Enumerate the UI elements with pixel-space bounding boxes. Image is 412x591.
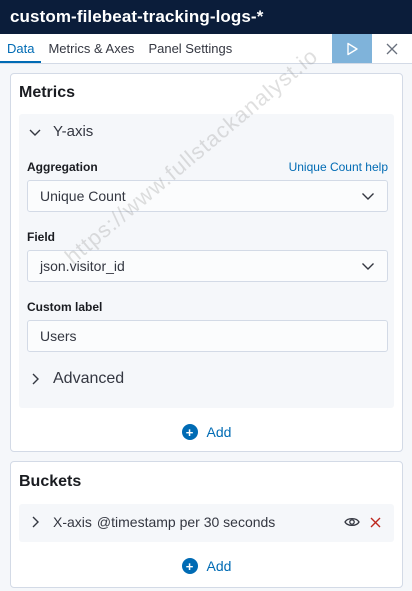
eye-icon[interactable] — [344, 516, 360, 528]
close-icon — [386, 43, 398, 54]
aggregation-select[interactable]: Unique Count — [27, 180, 388, 212]
tab-metrics-axes[interactable]: Metrics & Axes — [41, 34, 141, 63]
aggregation-help-link[interactable]: Unique Count help — [289, 160, 388, 174]
tab-panel-settings[interactable]: Panel Settings — [141, 34, 239, 63]
field-value: json.visitor_id — [40, 258, 125, 274]
remove-icon[interactable] — [370, 517, 381, 528]
chevron-down-icon — [362, 193, 374, 200]
x-axis-title: X-axis — [53, 514, 92, 530]
custom-label-value: Users — [40, 328, 77, 344]
tab-actions — [332, 34, 412, 63]
add-bucket-label: Add — [206, 558, 232, 574]
add-bucket-button[interactable]: + Add — [11, 558, 402, 574]
advanced-label: Advanced — [53, 370, 125, 387]
y-axis-aggregation: Y-axis Aggregation Unique Count help Uni… — [19, 114, 394, 408]
editor-tabbar: Data Metrics & Axes Panel Settings — [0, 34, 412, 64]
aggregation-label-row: Aggregation Unique Count help — [19, 160, 388, 176]
buckets-title: Buckets — [19, 473, 82, 490]
x-axis-description: @timestamp per 30 seconds — [96, 514, 276, 530]
tab-data[interactable]: Data — [0, 34, 42, 63]
discard-button[interactable] — [372, 34, 412, 63]
field-select[interactable]: json.visitor_id — [27, 250, 388, 282]
plus-circle-icon: + — [181, 424, 198, 440]
x-axis-actions — [344, 516, 387, 528]
advanced-toggle[interactable]: Advanced — [27, 370, 124, 388]
index-pattern-title-text: custom-filebeat-tracking-logs-* — [10, 7, 264, 26]
aggregation-value: Unique Count — [40, 188, 126, 204]
add-metric-button[interactable]: + Add — [11, 424, 402, 440]
tab-metrics-axes-label: Metrics & Axes — [48, 41, 135, 56]
add-metric-label: Add — [206, 424, 232, 440]
chevron-right-icon — [32, 516, 39, 528]
chevron-right-icon — [32, 373, 39, 385]
aggregation-label: Aggregation — [27, 160, 98, 174]
index-pattern-title: custom-filebeat-tracking-logs-* — [0, 0, 412, 34]
play-icon — [347, 42, 358, 55]
custom-label-label: Custom label — [27, 300, 103, 314]
chevron-down-icon — [29, 129, 41, 136]
y-axis-toggle[interactable]: Y-axis — [27, 123, 93, 140]
metrics-title: Metrics — [19, 84, 76, 101]
x-axis-aggregation: X-axis @timestamp per 30 seconds — [19, 504, 394, 542]
y-axis-title: Y-axis — [53, 123, 94, 140]
tab-data-label: Data — [7, 41, 35, 56]
chevron-down-icon — [362, 263, 374, 270]
custom-label-input[interactable]: Users — [27, 320, 388, 352]
plus-circle-icon: + — [181, 558, 198, 574]
x-axis-toggle[interactable]: X-axis @timestamp per 30 seconds — [27, 514, 387, 530]
tab-panel-settings-label: Panel Settings — [148, 41, 233, 56]
buckets-panel: Buckets X-axis @timestamp per 30 seconds… — [10, 461, 403, 588]
apply-button[interactable] — [332, 34, 372, 63]
metrics-panel: Metrics Y-axis Aggregation Unique Count … — [10, 73, 403, 452]
field-label: Field — [27, 230, 56, 244]
